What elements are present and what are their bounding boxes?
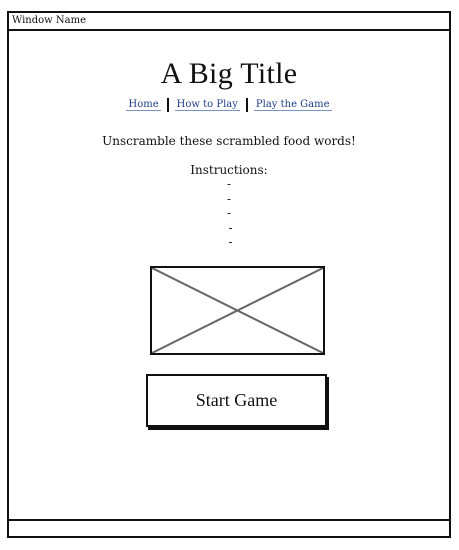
page-subtitle: Unscramble these scrambled food words! (102, 134, 356, 148)
browser-window: Window Name A Big Title Home How to Play… (7, 11, 451, 538)
nav-link-play-the-game[interactable]: Play the Game (253, 99, 332, 111)
instruction-item: - (226, 191, 232, 206)
start-game-button[interactable]: Start Game (146, 374, 327, 427)
navigation-bar: Home How to Play Play the Game (9, 98, 449, 112)
instruction-item: - (226, 206, 232, 220)
nav-link-how-to-play[interactable]: How to Play (174, 99, 240, 111)
nav-divider (166, 98, 169, 112)
instructions-list: - - - - - (9, 177, 449, 250)
instruction-item: - (228, 235, 233, 249)
instruction-item: - (228, 220, 233, 235)
page-title: A Big Title (160, 57, 298, 90)
window-title-bar: Window Name (9, 13, 449, 31)
image-placeholder-icon (152, 268, 323, 353)
page-content: A Big Title Home How to Play Play the Ga… (9, 31, 449, 427)
instruction-item: - (226, 177, 232, 191)
window-status-bar (9, 519, 449, 536)
nav-link-home[interactable]: Home (126, 99, 161, 111)
window-title: Window Name (12, 15, 87, 26)
nav-divider (245, 98, 248, 112)
image-placeholder (150, 266, 325, 355)
instructions-heading: Instructions: (190, 163, 268, 177)
